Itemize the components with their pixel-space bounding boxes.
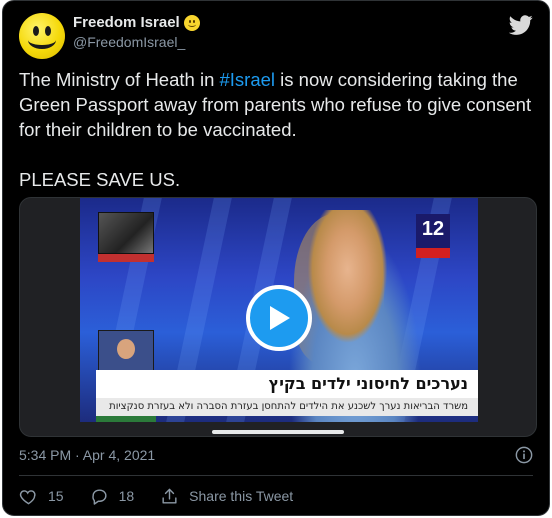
like-button[interactable]: 15 — [19, 487, 64, 506]
news-caption-title: נערכים לחיסוני ילדים בקיץ — [96, 370, 478, 398]
twitter-bird-icon[interactable] — [509, 13, 533, 37]
play-icon — [270, 306, 290, 330]
like-count: 15 — [48, 488, 64, 504]
smiley-mouth — [28, 31, 56, 49]
tweet-text: The Ministry of Heath in #Israel is now … — [19, 67, 539, 192]
news-caption-tag — [96, 416, 156, 422]
heart-icon — [19, 489, 36, 504]
tweet-timestamp[interactable]: 5:34 PM · Apr 4, 2021 — [19, 447, 155, 463]
author-name-row[interactable]: Freedom Israel — [73, 14, 200, 31]
reply-count: 18 — [118, 488, 135, 504]
display-name[interactable]: Freedom Israel — [73, 14, 180, 31]
avatar[interactable] — [19, 13, 65, 59]
tweet-header: Freedom Israel @FreedomIsrael_ — [19, 11, 533, 59]
tweet-actions: 15 18 Share this Tweet — [19, 486, 319, 506]
tweet-text-part-1: The Ministry of Heath in — [19, 69, 220, 90]
video-media[interactable]: 12 נערכים לחיסוני ילדים בקיץ משרד הבריאו… — [19, 197, 537, 437]
inset-photo — [98, 212, 154, 254]
news-caption-subtitle: משרד הבריאות נערך לשכנע את הילדים להתחסן… — [96, 398, 478, 416]
tweet-card: Freedom Israel @FreedomIsrael_ The Minis… — [2, 0, 550, 516]
share-label: Share this Tweet — [189, 488, 294, 504]
play-button[interactable] — [246, 285, 312, 351]
divider — [19, 475, 533, 476]
reply-button[interactable]: 18 — [90, 487, 135, 506]
author-handle[interactable]: @FreedomIsrael_ — [73, 34, 200, 50]
share-button[interactable]: Share this Tweet — [160, 487, 293, 506]
author-block: Freedom Israel @FreedomIsrael_ — [73, 14, 200, 50]
inset-photo-bar — [98, 254, 154, 262]
video-progress-bar[interactable] — [212, 430, 344, 434]
hashtag-link[interactable]: #Israel — [220, 69, 276, 90]
info-icon[interactable] — [515, 446, 533, 464]
reply-bubble-icon — [91, 488, 107, 505]
share-icon — [162, 488, 177, 504]
smiling-emoji-icon — [183, 14, 200, 31]
